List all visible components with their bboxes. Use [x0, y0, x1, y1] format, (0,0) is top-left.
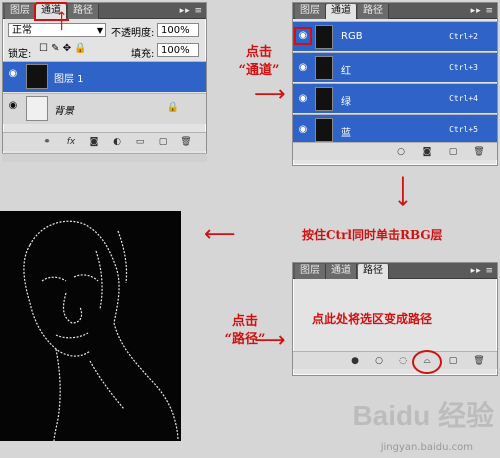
load-selection-icon[interactable]: ○ — [395, 146, 407, 158]
arrow-right-icon: ⟶ — [254, 82, 286, 107]
mask-icon[interactable]: ◙ — [88, 136, 100, 148]
channel-shortcut: Ctrl+4 — [449, 94, 478, 103]
stroke-path-icon[interactable]: ○ — [373, 355, 385, 367]
highlight-circle — [412, 350, 442, 374]
layers-tab-bar: 图层 通道 路径 ▸▸ ≡ — [3, 2, 206, 21]
trash-icon[interactable]: 🗑 — [473, 146, 485, 158]
fill-value: 100% — [161, 45, 190, 56]
channel-row-blue[interactable]: ◉ 蓝 Ctrl+5 — [293, 114, 497, 144]
arrow-left-icon: ⟶ — [204, 222, 236, 247]
fill-path-icon[interactable]: ● — [349, 355, 361, 367]
baidu-watermark: Baidu 经验 — [352, 400, 494, 431]
link-icon[interactable]: ⚭ — [41, 136, 53, 148]
channels-footer: ○ ◙ ▢ 🗑 — [293, 142, 497, 160]
tutorial-screenshot: 图层 通道 路径 ▸▸ ≡ 正常 ▼ 不透明度: 100% 锁定: ☐ ✎ ✥ … — [0, 0, 500, 458]
annotation-make-path: 点此处将选区变成路径 — [312, 312, 433, 326]
layer-row-1[interactable]: ◉ 图层 1 — [3, 61, 206, 92]
trash-icon[interactable]: 🗑 — [180, 136, 192, 148]
arrow-up-icon: ⟶ — [54, 10, 71, 32]
tab-paths[interactable]: 路径 — [358, 4, 389, 19]
arrow-down-icon: ⟶ — [389, 175, 415, 207]
blend-mode-value: 正常 — [12, 25, 32, 36]
channel-row-red[interactable]: ◉ 红 Ctrl+3 — [293, 52, 497, 82]
channel-thumbnail — [315, 87, 333, 111]
tab-channels[interactable]: 通道 — [326, 4, 357, 19]
eye-icon[interactable]: ◉ — [7, 101, 19, 111]
channel-name: 蓝 — [341, 128, 351, 139]
lock-icons[interactable]: ☐ ✎ ✥ 🔒 — [39, 43, 87, 54]
fill-input[interactable]: 100% — [157, 43, 199, 57]
fill-label: 填充: — [131, 49, 155, 60]
channel-name: 红 — [341, 66, 351, 77]
channels-tab-bar: 图层 通道 路径 ▸▸ ≡ — [293, 3, 497, 19]
channel-thumbnail — [315, 118, 333, 142]
trash-icon[interactable]: 🗑 — [473, 355, 485, 367]
panel-menu-icon[interactable]: ▸▸ ≡ — [471, 5, 494, 17]
tab-layers[interactable]: 图层 — [295, 264, 326, 279]
channel-row-rgb[interactable]: ◉ RGB Ctrl+2 — [293, 21, 497, 51]
channel-shortcut: Ctrl+5 — [449, 125, 478, 134]
layers-panel: 图层 通道 路径 ▸▸ ≡ 正常 ▼ 不透明度: 100% 锁定: ☐ ✎ ✥ … — [2, 2, 207, 162]
panel-menu-icon[interactable]: ▸▸ ≡ — [471, 265, 494, 277]
portrait-edge-art — [0, 211, 181, 441]
new-channel-icon[interactable]: ▢ — [447, 146, 459, 158]
paths-tab-bar: 图层 通道 路径 ▸▸ ≡ — [293, 263, 497, 279]
layer-name: 背景 — [54, 106, 74, 117]
new-path-icon[interactable]: ▢ — [447, 355, 459, 367]
lock-label: 锁定: — [8, 49, 32, 60]
opacity-value: 100% — [161, 25, 190, 36]
channels-panel: 图层 通道 路径 ▸▸ ≡ ◉ RGB Ctrl+2 ◉ 红 Ctrl+3 ◉ … — [292, 2, 498, 166]
eye-icon[interactable]: ◉ — [294, 27, 312, 45]
channel-name: RGB — [341, 31, 363, 42]
layer-thumbnail — [26, 96, 48, 121]
lock-icon: 🔒 — [166, 102, 179, 113]
tab-channels[interactable]: 通道 — [326, 264, 357, 279]
eye-icon[interactable]: ◉ — [297, 94, 309, 104]
eye-icon[interactable]: ◉ — [297, 63, 309, 73]
annotation-click-channels: 点击 “通道” — [238, 45, 280, 78]
load-path-as-selection-icon[interactable]: ◌ — [397, 355, 409, 367]
channel-thumbnail — [315, 25, 333, 49]
annotation-ctrl-click: 按住Ctrl同时单击RBG层 — [302, 228, 443, 242]
annotation-click-paths: 点击 “路径” — [224, 314, 266, 347]
layer-row-background[interactable]: ◉ 背景 🔒 — [3, 93, 206, 124]
paths-footer: ● ○ ◌ ⌓ ▢ 🗑 — [293, 351, 497, 369]
save-selection-icon[interactable]: ◙ — [421, 146, 433, 158]
channel-row-green[interactable]: ◉ 绿 Ctrl+4 — [293, 83, 497, 113]
panel-menu-icon[interactable]: ▸▸ ≡ — [180, 5, 203, 17]
eye-icon[interactable]: ◉ — [297, 125, 309, 135]
channel-name: 绿 — [341, 97, 351, 108]
tab-layers[interactable]: 图层 — [295, 4, 326, 19]
layer-name: 图层 1 — [54, 74, 84, 85]
new-layer-icon[interactable]: ▢ — [157, 136, 169, 148]
fx-icon[interactable]: fx — [65, 136, 77, 148]
channel-shortcut: Ctrl+2 — [449, 32, 478, 41]
eye-icon[interactable]: ◉ — [7, 69, 19, 79]
opacity-label: 不透明度: — [111, 28, 155, 39]
channel-shortcut: Ctrl+3 — [449, 63, 478, 72]
portrait-image — [0, 211, 181, 441]
chevron-down-icon: ▼ — [96, 26, 103, 35]
watermark-url: jingyan.baidu.com — [380, 442, 473, 453]
tab-paths[interactable]: 路径 — [358, 264, 389, 279]
layers-footer: ⚭ fx ◙ ◐ ▭ ▢ 🗑 — [3, 132, 206, 151]
opacity-input[interactable]: 100% — [157, 23, 199, 37]
tab-layers[interactable]: 图层 — [5, 4, 36, 19]
layer-thumbnail — [26, 64, 48, 89]
adjustment-icon[interactable]: ◐ — [111, 136, 123, 148]
folder-icon[interactable]: ▭ — [134, 136, 146, 148]
status-bar — [2, 153, 207, 162]
channel-thumbnail — [315, 56, 333, 80]
